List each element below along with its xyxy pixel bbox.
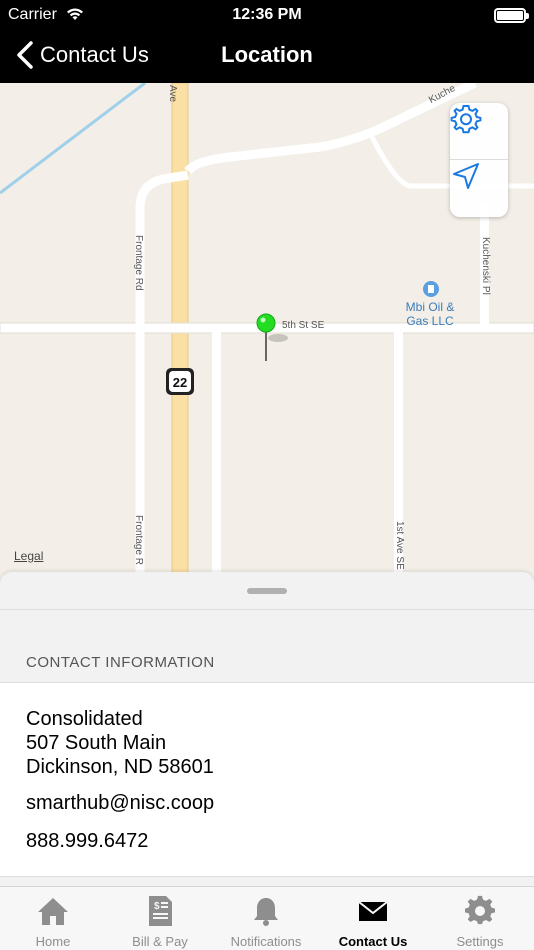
fuel-pump-glyph: [428, 285, 434, 293]
map-view[interactable]: 22 5th St SE Ave Kuche Frontage Rd Front…: [0, 83, 534, 583]
home-icon: [38, 898, 68, 925]
sheet-grabber[interactable]: [247, 588, 287, 594]
tab-label: Notifications: [230, 934, 302, 949]
street-label-ave: Ave: [167, 85, 178, 103]
page-title: Location: [221, 42, 313, 67]
address-block: Consolidated 507 South Main Dickinson, N…: [26, 707, 214, 779]
tab-bill-pay[interactable]: $ Bill & Pay: [107, 887, 213, 950]
route-shield-label: 22: [173, 375, 187, 390]
pin-shadow: [268, 334, 288, 342]
pin-highlight: [260, 317, 266, 323]
gear-icon: [465, 895, 495, 925]
map-controls: [450, 103, 508, 217]
bill-icon: $: [149, 896, 172, 926]
street-label-5th: 5th St SE: [282, 320, 325, 331]
location-pin[interactable]: [256, 313, 276, 333]
tab-bar: Home $ Bill & Pay Notifications Contact …: [0, 886, 534, 950]
locate-me-button[interactable]: [450, 160, 508, 217]
envelope-icon: [358, 901, 388, 921]
map-settings-button[interactable]: [450, 103, 508, 160]
tab-contact-us[interactable]: Contact Us: [320, 887, 426, 950]
tab-label: Settings: [456, 934, 504, 949]
email-link[interactable]: smarthub@nisc.coop: [26, 792, 214, 815]
divider: [0, 609, 534, 610]
waterway: [0, 83, 146, 195]
tab-label: Bill & Pay: [132, 934, 188, 949]
tab-label: Contact Us: [338, 934, 408, 949]
navigation-header: Carrier 12:36 PM Contact Us Location: [0, 0, 534, 83]
gear-icon: [450, 105, 482, 134]
contact-sheet: CONTACT INFORMATION Consolidated 507 Sou…: [0, 572, 534, 888]
phone-link[interactable]: 888.999.6472: [26, 830, 148, 853]
tab-notifications[interactable]: Notifications: [213, 887, 319, 950]
road-vertical-2: [212, 328, 221, 583]
poi-label[interactable]: Mbi Oil & Gas LLC: [398, 300, 462, 328]
legal-link[interactable]: Legal: [14, 549, 43, 563]
tab-home[interactable]: Home: [0, 887, 106, 950]
tab-settings[interactable]: Settings: [427, 887, 533, 950]
svg-text:$: $: [154, 901, 160, 912]
street-label-kuchenski: Kuchenski Pl: [480, 237, 491, 295]
company-name: Consolidated: [26, 708, 143, 730]
street-label-1st-ave: 1st Ave SE: [394, 521, 405, 570]
status-bar: Carrier 12:36 PM: [0, 4, 534, 26]
clock: 12:36 PM: [232, 6, 302, 23]
section-header: CONTACT INFORMATION: [26, 654, 215, 671]
contact-card: Consolidated 507 South Main Dickinson, N…: [0, 682, 534, 877]
city-state-zip: Dickinson, ND 58601: [26, 756, 214, 778]
battery-icon: [494, 8, 529, 23]
street-label-frontage-top: Frontage Rd: [133, 235, 144, 291]
street-label-frontage-bottom: Frontage R: [133, 515, 144, 566]
location-arrow-icon: [453, 163, 479, 189]
street-address: 507 South Main: [26, 732, 167, 754]
tab-label: Home: [35, 934, 71, 949]
bell-icon: [254, 898, 278, 926]
